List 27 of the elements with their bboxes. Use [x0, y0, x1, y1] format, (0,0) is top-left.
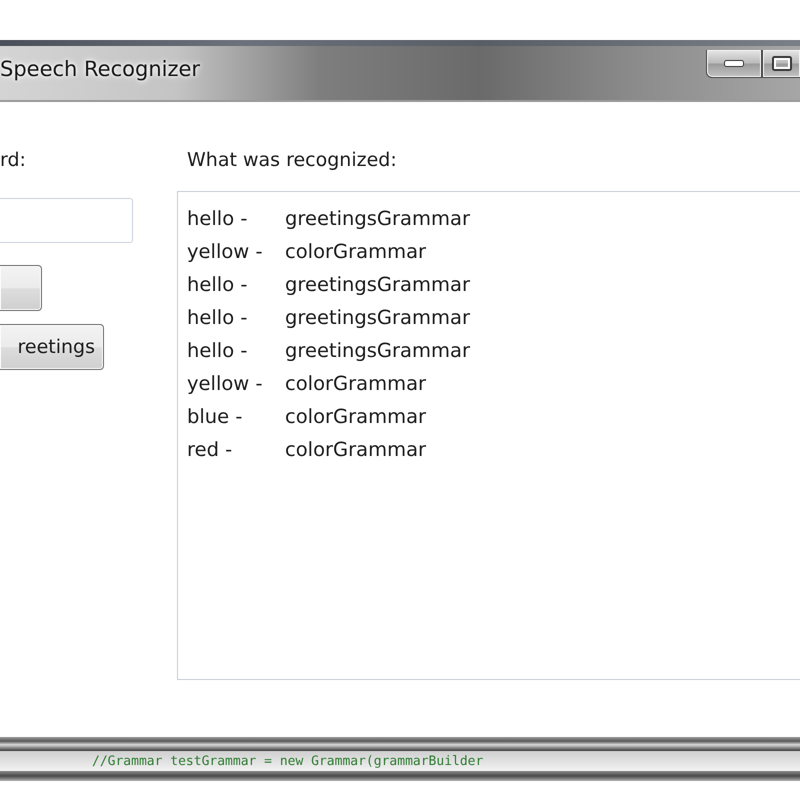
minimize-icon [724, 60, 744, 67]
grammar-name: colorGrammar [285, 372, 426, 395]
grammar-name: colorGrammar [285, 438, 426, 461]
grammar-name: greetingsGrammar [285, 306, 470, 329]
maximize-icon [772, 56, 792, 71]
field-label: rd: [0, 148, 26, 172]
grammar-name: colorGrammar [285, 405, 426, 428]
recognized-word: yellow - [187, 240, 262, 263]
greetings-button[interactable]: reetings [0, 324, 104, 370]
recognized-word: blue - [187, 405, 242, 428]
recognized-word: hello - [187, 339, 248, 362]
push-button[interactable] [0, 265, 42, 311]
grammar-name: greetingsGrammar [285, 207, 470, 230]
window-title: Speech Recognizer [0, 57, 202, 81]
grammar-name: colorGrammar [285, 240, 426, 263]
list-label: What was recognized: [187, 148, 398, 172]
minimize-button[interactable] [706, 50, 762, 78]
text-input[interactable] [0, 198, 133, 243]
recognized-word: hello - [187, 273, 248, 296]
recognized-word: hello - [187, 207, 248, 230]
recognized-word: yellow - [187, 372, 262, 395]
maximize-button[interactable] [762, 50, 800, 78]
recognized-word: red - [187, 438, 232, 461]
code-comment: //Grammar testGrammar = new Grammar(grammarBuilder [92, 754, 484, 768]
grammar-name: greetingsGrammar [285, 273, 470, 296]
grammar-name: greetingsGrammar [285, 339, 470, 362]
recognized-word: hello - [187, 306, 248, 329]
